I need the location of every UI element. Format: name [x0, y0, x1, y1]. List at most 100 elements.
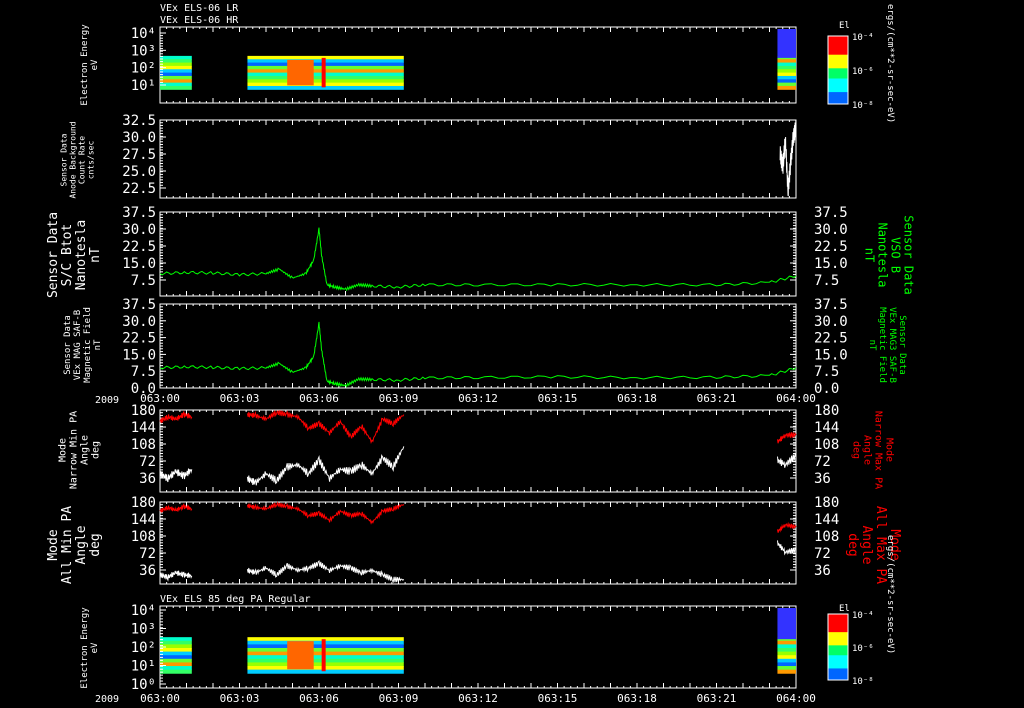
header-line-2: VEx ELS-06 HR: [160, 15, 239, 26]
panel-1-ylabel: Anode Background: [69, 121, 78, 198]
panel-6-ylabel: eV: [90, 642, 100, 653]
panel-6-spectro-band: [777, 651, 796, 656]
panel-4-right-label: deg: [851, 441, 862, 459]
colorbar-1-label: 10⁻⁸: [852, 101, 874, 111]
x-axis-year-2: 2009: [95, 694, 119, 705]
x-tick-label-lower: 063:09: [379, 692, 419, 705]
panel-4-ylabel: Mode: [58, 438, 69, 462]
panel-4-right-label: Mode: [884, 438, 895, 462]
panel-2-ylabel: Sensor Data: [46, 212, 61, 298]
panel-0-ytick-label: 10⁴: [131, 26, 156, 42]
panel-4-ytick-label: 72: [139, 454, 156, 470]
x-tick-label-upper: 063:00: [140, 392, 180, 405]
panel-0-spectro-band: [160, 85, 192, 90]
panel-3-ytick-label-right: 22.5: [814, 331, 848, 347]
panel-6-ytick-label: 10¹: [131, 659, 156, 675]
panel-1-ytick-label: 25.0: [122, 164, 156, 180]
colorbar-1-label: 10⁻⁶: [852, 67, 874, 77]
panel-4-right-label: Narrow Max PA: [873, 411, 884, 489]
panel-3-ylabel: Magnetic Field: [83, 307, 93, 383]
panel-4-right-label: Angle: [862, 435, 873, 465]
panel-6-ytick-label: 10⁰: [131, 677, 156, 693]
panel-0-spectro-band: [160, 79, 192, 84]
panel-3-right-label: nT: [867, 340, 877, 351]
panel-5-ytick-label: 180: [131, 495, 156, 511]
panel-4-ytick-label: 36: [139, 471, 156, 487]
panel-4-ytick-label-right: 144: [814, 420, 839, 436]
panel-3-ytick-label-right: 0.0: [814, 381, 839, 397]
colorbar-2-label: 10⁻⁸: [852, 677, 874, 687]
panel-6-ylabel: Electron Energy: [80, 607, 90, 689]
panel-2-ytick-label: 7.5: [131, 273, 156, 289]
panel-3-ytick-label-right: 30.0: [814, 314, 848, 330]
panel-6-ytick-label: 10³: [131, 622, 156, 638]
panel-1-ytick-label: 30.0: [122, 130, 156, 146]
panel-5-ylabel: deg: [88, 533, 103, 556]
panel-5-ytick-label-right: 180: [814, 495, 839, 511]
panel-2-right-label: VSO B: [889, 237, 903, 273]
panel-4-ytick-label-right: 180: [814, 403, 839, 419]
panel-0-ylabel: Electron Energy: [80, 24, 90, 106]
colorbar-unit-top: ergs/(cm**2-sr-sec-eV): [885, 4, 895, 123]
panel-5-ytick-label: 36: [139, 563, 156, 579]
panel-3-right-label: VEx MAG3 SAF-B: [887, 307, 897, 383]
panel-2-ytick-label: 15.0: [122, 256, 156, 272]
colorbar-2-label: 10⁻⁴: [852, 611, 874, 621]
panel-6-spectro-band: [160, 637, 192, 642]
panel-3-ytick-label: 7.5: [131, 364, 156, 380]
panel-0-spectro-band: [777, 65, 796, 70]
panel-3-ylabel: nT: [93, 339, 103, 350]
panel-0-spectro-band: [777, 82, 796, 87]
panel-4-ylabel: Narrow Min PA: [69, 411, 80, 489]
bottom-panel-title: VEx ELS 85 deg PA Regular: [160, 594, 311, 605]
panel-2-ytick-label-right: 37.5: [814, 205, 848, 221]
panel-0-spectro-high: [777, 29, 796, 58]
panel-0-ylabel: eV: [90, 59, 100, 70]
panel-1-ytick-label: 22.5: [122, 181, 156, 197]
panel-6-spectro-band: [777, 644, 796, 649]
x-tick-label-lower: 063:06: [299, 692, 339, 705]
panel-5-ylabel: Mode: [46, 529, 61, 560]
panel-5-ytick-label-right: 36: [814, 563, 831, 579]
panel-6-spectro-hot: [287, 641, 314, 670]
panel-5-right-label: Angle: [859, 525, 874, 564]
colorbar-2-label: 10⁻⁶: [852, 644, 874, 654]
x-tick-label-upper: 063:21: [697, 392, 737, 405]
panel-2-ytick-label: 22.5: [122, 239, 156, 255]
panel-6-spectro-band: [160, 644, 192, 649]
x-tick-label-lower: 063:03: [220, 692, 260, 705]
panel-3-ytick-label-right: 15.0: [814, 347, 848, 363]
panel-0-spectro-band: [777, 79, 796, 84]
panel-3-ytick-label: 15.0: [122, 347, 156, 363]
x-axis-year-1: 2009: [95, 395, 119, 406]
panel-3-ytick-label-right: 7.5: [814, 364, 839, 380]
panel-3-ylabel: VEx MAG SAF-B: [73, 310, 83, 380]
colorbar-unit-bottom: ergs/(cm**2-sr-sec-eV): [885, 535, 895, 654]
panel-0-spectro-band: [777, 62, 796, 67]
panel-2-ylabel: S/C Btot: [60, 224, 75, 287]
panel-2-ytick-label: 37.5: [122, 205, 156, 221]
panel-2-right-label: Nanotesla: [876, 222, 890, 287]
panel-0-spectro-band: [160, 62, 192, 67]
panel-6-spectro-band: [160, 666, 192, 671]
panel-1-ylabel: cnts/sec: [87, 141, 96, 180]
x-tick-label-lower: 063:21: [697, 692, 737, 705]
panel-4-ytick-label-right: 108: [814, 437, 839, 453]
panel-0-spectro-hot: [321, 57, 326, 88]
x-tick-label-upper: 063:06: [299, 392, 339, 405]
panel-4-ytick-label: 108: [131, 437, 156, 453]
panel-2-ytick-label-right: 30.0: [814, 222, 848, 238]
panel-3-right-label: Magnetic Field: [877, 307, 887, 383]
x-tick-label-lower: 063:15: [538, 692, 578, 705]
panel-6-ytick-label: 10²: [131, 640, 156, 656]
colorbar-1-label: 10⁻⁴: [852, 33, 874, 43]
panel-0-spectro-band: [777, 59, 796, 64]
panel-0-ytick-label: 10¹: [131, 78, 156, 94]
panel-3-right-label: Sensor Data: [897, 315, 907, 375]
x-tick-label-upper: 063:03: [220, 392, 260, 405]
panel-5-ytick-label-right: 72: [814, 546, 831, 562]
panel-2-right-label: nT: [863, 248, 877, 262]
panel-2-right-label: Sensor Data: [902, 215, 916, 294]
panel-6-spectro-band: [777, 669, 796, 674]
panel-2-ytick-label-right: 22.5: [814, 239, 848, 255]
